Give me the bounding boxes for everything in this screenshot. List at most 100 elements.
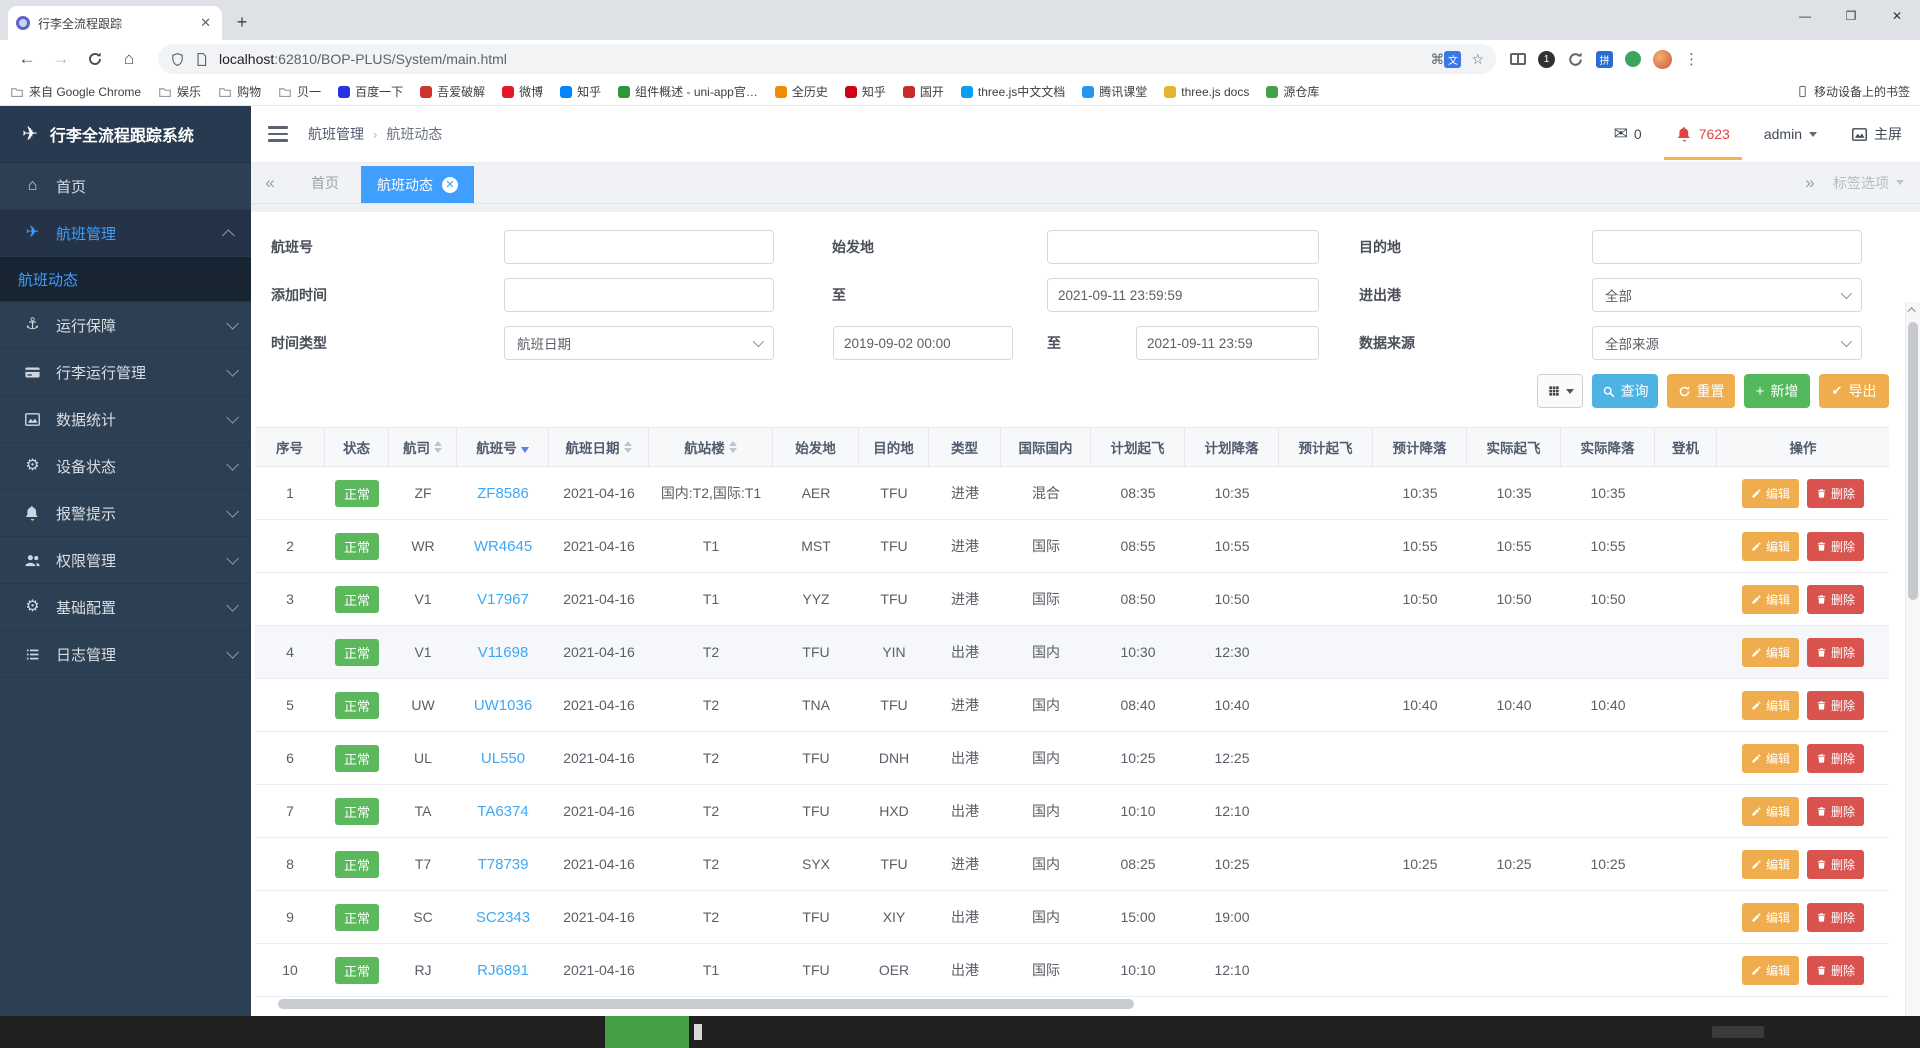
tab-close-icon[interactable]: ✕	[442, 177, 458, 193]
scroll-up-icon[interactable]	[1906, 302, 1920, 318]
profile-avatar[interactable]	[1653, 50, 1672, 69]
delete-button[interactable]: 删除	[1807, 744, 1864, 773]
origin-input[interactable]	[1047, 230, 1319, 264]
messages-button[interactable]: ✉ 0	[1614, 124, 1642, 144]
add-time-input[interactable]	[504, 278, 774, 312]
browser-tab[interactable]: 行李全流程跟踪 ✕	[8, 6, 222, 40]
add-button[interactable]: + 新增	[1744, 374, 1810, 408]
extension-badge-icon[interactable]: 1	[1538, 51, 1555, 68]
sidebar-item-home[interactable]: ⌂首页	[0, 163, 251, 210]
main-screen-button[interactable]: 主屏	[1851, 124, 1902, 144]
pinyin-extension-icon[interactable]: 拼	[1596, 51, 1613, 68]
sidebar-subitem[interactable]: 航班动态	[0, 257, 251, 302]
flight-number-link[interactable]: WR4645	[474, 538, 532, 555]
breadcrumb-parent[interactable]: 航班管理	[308, 124, 364, 144]
bookmark-item[interactable]: 购物	[218, 83, 261, 100]
minimize-button[interactable]: —	[1782, 0, 1828, 32]
edit-button[interactable]: 编辑	[1742, 532, 1799, 561]
bookmark-item[interactable]: 百度一下	[338, 83, 403, 100]
flight-no-input[interactable]	[504, 230, 774, 264]
delete-button[interactable]: 删除	[1807, 850, 1864, 879]
column-header[interactable]: 航站楼	[649, 427, 773, 467]
history-icon[interactable]	[1567, 51, 1584, 68]
sort-carets-icon[interactable]	[434, 441, 442, 453]
date-to-input[interactable]: 2021-09-11 23:59	[1136, 326, 1319, 360]
bookmark-item[interactable]: 微博	[502, 83, 543, 100]
bookmark-item[interactable]: 来自 Google Chrome	[10, 83, 141, 100]
alarms-button[interactable]: 7623	[1676, 126, 1730, 143]
delete-button[interactable]: 删除	[1807, 956, 1864, 985]
flight-number-link[interactable]: T78739	[478, 856, 529, 873]
tab-home[interactable]: 首页	[289, 162, 361, 203]
flight-number-link[interactable]: V11698	[478, 644, 529, 661]
bookmark-star-icon[interactable]: ☆	[1471, 51, 1484, 68]
sort-carets-icon[interactable]	[729, 441, 737, 453]
edit-button[interactable]: 编辑	[1742, 850, 1799, 879]
taskbar-item[interactable]	[1712, 1026, 1764, 1038]
edit-button[interactable]: 编辑	[1742, 479, 1799, 508]
delete-button[interactable]: 删除	[1807, 638, 1864, 667]
tabs-scroll-right-icon[interactable]: »	[1793, 162, 1827, 203]
port-select[interactable]: 全部	[1592, 278, 1862, 312]
dest-input[interactable]	[1592, 230, 1862, 264]
vertical-scrollbar-thumb[interactable]	[1908, 322, 1918, 600]
reset-button[interactable]: 重置	[1667, 374, 1735, 408]
reload-button[interactable]	[81, 45, 109, 73]
add-time-to-input[interactable]	[1047, 278, 1319, 312]
delete-button[interactable]: 删除	[1807, 532, 1864, 561]
bookmark-item[interactable]: 贝一	[278, 83, 321, 100]
edit-button[interactable]: 编辑	[1742, 691, 1799, 720]
sort-desc-icon[interactable]	[521, 441, 529, 453]
sidebar-item-users[interactable]: 权限管理	[0, 537, 251, 584]
delete-button[interactable]: 删除	[1807, 479, 1864, 508]
extension-icon[interactable]	[1625, 51, 1641, 67]
bookmark-item[interactable]: 源仓库	[1266, 83, 1319, 100]
sidebar-item-bell[interactable]: 报警提示	[0, 490, 251, 537]
edit-button[interactable]: 编辑	[1742, 797, 1799, 826]
sidebar-item-gear[interactable]: ⚙基础配置	[0, 584, 251, 631]
edit-button[interactable]: 编辑	[1742, 585, 1799, 614]
columns-toggle-button[interactable]	[1537, 374, 1583, 408]
vertical-scrollbar[interactable]	[1905, 302, 1920, 1016]
bookmark-item[interactable]: 娱乐	[158, 83, 201, 100]
back-button[interactable]: ←	[13, 45, 41, 73]
translate-icon[interactable]: 文	[1444, 51, 1461, 68]
column-header[interactable]: 航班日期	[549, 427, 649, 467]
delete-button[interactable]: 删除	[1807, 797, 1864, 826]
edit-button[interactable]: 编辑	[1742, 638, 1799, 667]
flight-number-link[interactable]: V17967	[477, 591, 529, 608]
edit-button[interactable]: 编辑	[1742, 903, 1799, 932]
new-tab-button[interactable]: +	[228, 8, 256, 36]
edit-button[interactable]: 编辑	[1742, 744, 1799, 773]
source-select[interactable]: 全部来源	[1592, 326, 1862, 360]
time-type-select[interactable]: 航班日期	[504, 326, 774, 360]
horizontal-scrollbar-thumb[interactable]	[278, 999, 1134, 1009]
bookmark-item[interactable]: 组件概述 - uni-app官…	[618, 83, 758, 100]
flight-number-link[interactable]: ZF8586	[477, 485, 529, 502]
column-header[interactable]: 航司	[389, 427, 457, 467]
bookmark-item[interactable]: 腾讯课堂	[1082, 83, 1147, 100]
bookmark-item[interactable]: 吾爱破解	[420, 83, 485, 100]
edit-button[interactable]: 编辑	[1742, 956, 1799, 985]
bookmark-item[interactable]: 国开	[903, 83, 944, 100]
sort-carets-icon[interactable]	[624, 441, 632, 453]
query-button[interactable]: 查询	[1592, 374, 1658, 408]
tab-flight-dynamics[interactable]: 航班动态 ✕	[361, 166, 474, 203]
bookmark-item[interactable]: three.js docs	[1164, 85, 1249, 99]
bookmark-item[interactable]: three.js中文文档	[961, 83, 1065, 100]
taskbar-green-item[interactable]	[605, 1016, 689, 1048]
sidebar-item-card[interactable]: 行李运行管理	[0, 349, 251, 396]
split-screen-icon[interactable]	[1510, 53, 1526, 65]
sidebar-item-chart[interactable]: 数据统计	[0, 396, 251, 443]
home-button[interactable]: ⌂	[115, 45, 143, 73]
flight-number-link[interactable]: UL550	[481, 750, 525, 767]
bookmark-item[interactable]: 全历史	[775, 83, 828, 100]
taskbar-item[interactable]	[694, 1024, 702, 1040]
flight-number-link[interactable]: TA6374	[477, 803, 528, 820]
flight-number-link[interactable]: UW1036	[474, 697, 532, 714]
hamburger-menu-icon[interactable]	[268, 126, 288, 142]
browser-menu-icon[interactable]: ⋮	[1684, 50, 1699, 68]
sidebar-item-anchor[interactable]: ⚓运行保障	[0, 302, 251, 349]
address-bar[interactable]: localhost:62810/BOP-PLUS/System/main.htm…	[158, 44, 1496, 74]
sidebar-item-gears[interactable]: ⚙设备状态	[0, 443, 251, 490]
